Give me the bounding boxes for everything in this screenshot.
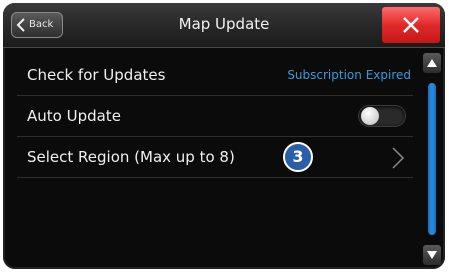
check-for-updates-row[interactable]: Check for Updates Subscription Expired xyxy=(17,55,413,96)
page-title: Map Update xyxy=(178,15,270,33)
scroll-up-button[interactable] xyxy=(423,53,441,73)
select-region-label: Select Region (Max up to 8) xyxy=(27,148,235,166)
subscription-status: Subscription Expired xyxy=(287,68,411,82)
chevron-right-icon xyxy=(392,147,405,169)
scroll-thumb[interactable] xyxy=(428,83,436,235)
close-icon xyxy=(403,17,419,33)
auto-update-row: Auto Update xyxy=(17,96,413,137)
triangle-down-icon xyxy=(427,251,437,259)
check-for-updates-label: Check for Updates xyxy=(27,66,166,84)
map-update-screen: Back Map Update Check for Updates Subscr… xyxy=(3,3,445,269)
toggle-knob xyxy=(361,107,379,125)
callout-badge: 3 xyxy=(283,142,313,172)
auto-update-toggle[interactable] xyxy=(359,106,405,126)
close-button[interactable] xyxy=(382,7,440,43)
header-bar: Back Map Update xyxy=(3,3,445,48)
scroll-down-button[interactable] xyxy=(423,245,441,265)
scrollbar[interactable] xyxy=(423,53,441,265)
select-region-row[interactable]: Select Region (Max up to 8) 3 xyxy=(17,137,413,178)
auto-update-label: Auto Update xyxy=(27,107,121,125)
triangle-up-icon xyxy=(427,59,437,67)
